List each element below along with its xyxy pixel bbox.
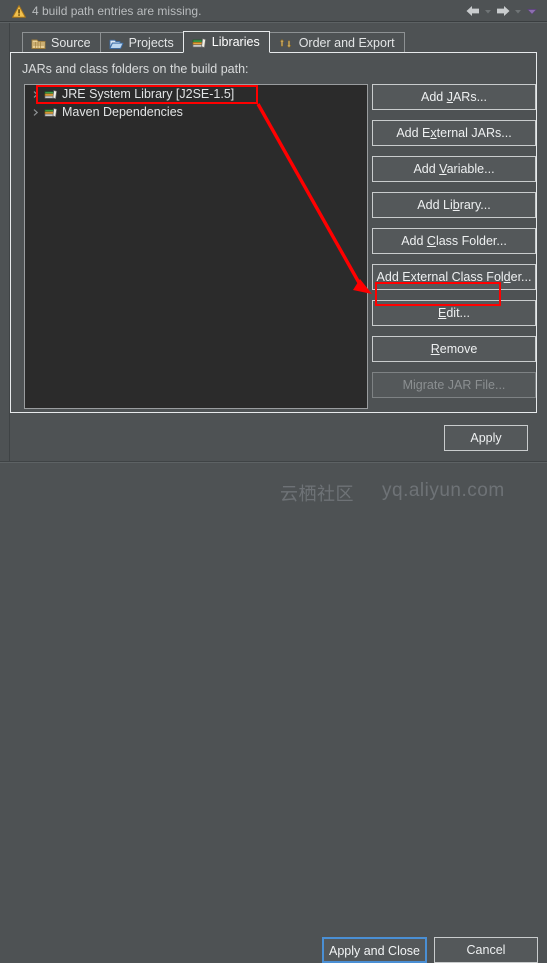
order-export-arrows-icon: [278, 37, 294, 50]
tree-item-maven-dependencies[interactable]: Maven Dependencies: [25, 103, 367, 121]
add-external-jars-button[interactable]: Add External JARs...: [372, 120, 536, 146]
panel-label: JARs and class folders on the build path…: [22, 62, 249, 76]
warning-banner: 4 build path entries are missing.: [0, 0, 547, 22]
tab-projects[interactable]: Projects: [99, 32, 184, 53]
side-button-column: Add JARs... Add External JARs... Add Var…: [372, 84, 536, 398]
tab-order-and-export-label: Order and Export: [298, 36, 395, 50]
tab-source-label: Source: [51, 36, 91, 50]
migrate-jar-file-button: Migrate JAR File...: [372, 372, 536, 398]
warning-message: 4 build path entries are missing.: [32, 4, 202, 18]
dialog-footer: Apply and Close Cancel: [0, 463, 547, 963]
apply-and-close-button[interactable]: Apply and Close: [322, 937, 427, 963]
banner-divider-highlight: [0, 22, 547, 23]
tab-order-and-export[interactable]: Order and Export: [268, 32, 405, 53]
tab-libraries-label: Libraries: [211, 35, 260, 49]
add-jars-button[interactable]: Add JARs...: [372, 84, 536, 110]
tree-item-label: JRE System Library [J2SE-1.5]: [62, 87, 235, 101]
add-external-class-folder-button[interactable]: Add External Class Folder...: [372, 264, 536, 290]
chevron-right-icon[interactable]: [31, 108, 40, 117]
libraries-books-icon: [192, 36, 207, 49]
source-folder-icon: [31, 37, 46, 50]
tree-item-label: Maven Dependencies: [62, 105, 183, 119]
apply-row: Apply: [10, 414, 537, 460]
remove-button[interactable]: Remove: [372, 336, 536, 362]
edit-button[interactable]: Edit...: [372, 300, 536, 326]
tab-libraries[interactable]: Libraries: [182, 31, 270, 53]
projects-folder-icon: [109, 37, 124, 50]
chevron-right-icon[interactable]: [31, 90, 40, 99]
forward-arrow-icon[interactable]: [495, 4, 511, 18]
back-menu-chevron-down-icon[interactable]: [483, 4, 493, 18]
library-books-icon: [44, 106, 58, 118]
tab-source[interactable]: Source: [22, 32, 101, 53]
banner-navigation: [465, 4, 547, 18]
left-rail: [0, 23, 10, 489]
back-arrow-icon[interactable]: [465, 4, 481, 18]
build-path-tree[interactable]: JRE System Library [J2SE-1.5] Maven Depe…: [24, 84, 368, 409]
cancel-button[interactable]: Cancel: [434, 937, 538, 963]
build-path-dialog: 4 build path entries are missing. Source…: [0, 0, 547, 963]
tree-item-jre-system-library[interactable]: JRE System Library [J2SE-1.5]: [25, 85, 367, 103]
warning-banner-content: 4 build path entries are missing.: [0, 4, 465, 18]
overflow-chevron-down-icon[interactable]: [525, 4, 539, 18]
tab-strip: Source Projects Libraries Order and Expo…: [22, 31, 537, 53]
library-books-icon: [44, 88, 58, 100]
add-library-button[interactable]: Add Library...: [372, 192, 536, 218]
add-variable-button[interactable]: Add Variable...: [372, 156, 536, 182]
tab-projects-label: Projects: [128, 36, 174, 50]
warning-triangle-icon: [12, 4, 32, 18]
add-class-folder-button[interactable]: Add Class Folder...: [372, 228, 536, 254]
forward-menu-chevron-down-icon[interactable]: [513, 4, 523, 18]
apply-button[interactable]: Apply: [444, 425, 528, 451]
